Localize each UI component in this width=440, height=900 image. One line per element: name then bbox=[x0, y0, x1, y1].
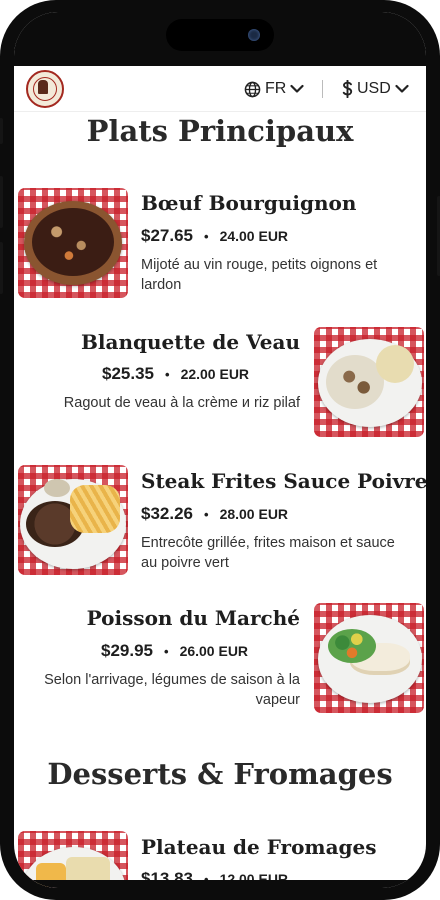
price-usd: $25.35 bbox=[102, 364, 154, 383]
price-line: $27.65 • 24.00 EUR bbox=[141, 226, 288, 246]
globe-icon bbox=[244, 81, 261, 97]
dish-name: Plateau de Fromages bbox=[141, 835, 377, 859]
price-usd: $27.65 bbox=[141, 226, 193, 245]
price-separator: • bbox=[204, 506, 209, 522]
rice-pilaf bbox=[376, 345, 414, 383]
language-label: FR bbox=[265, 80, 287, 97]
price-separator: • bbox=[164, 643, 169, 659]
phone-action-button bbox=[0, 118, 3, 144]
dish-name: Bœuf Bourguignon bbox=[141, 191, 357, 215]
dish-image-blanquette-de-veau[interactable] bbox=[314, 327, 424, 437]
bottom-bezel bbox=[14, 880, 426, 888]
dish-name: Blanquette de Veau bbox=[81, 330, 300, 354]
dish-image-boeuf-bourguignon[interactable] bbox=[18, 188, 128, 298]
sauce-cup bbox=[44, 479, 70, 497]
fries bbox=[70, 485, 120, 533]
price-separator: • bbox=[204, 228, 209, 244]
chevron-down-icon bbox=[395, 84, 409, 93]
dish-image-steak-frites[interactable] bbox=[18, 465, 128, 575]
stew bbox=[32, 208, 114, 276]
currency-label: USD bbox=[357, 80, 391, 97]
logo-figure bbox=[38, 80, 48, 94]
phone-volume-up-button bbox=[0, 176, 3, 228]
section-title-desserts: Desserts & Fromages bbox=[47, 757, 393, 791]
chevron-down-icon bbox=[290, 84, 304, 93]
currency-selector[interactable]: USD bbox=[342, 79, 409, 99]
dollar-icon bbox=[342, 80, 353, 98]
price-line: $29.95 • 26.00 EUR bbox=[101, 641, 248, 661]
camera-icon bbox=[248, 29, 260, 41]
dish-name: Poisson du Marché bbox=[86, 606, 300, 630]
restaurant-logo[interactable] bbox=[26, 70, 64, 108]
price-line: $32.26 • 28.00 EUR bbox=[141, 504, 288, 524]
header-divider bbox=[322, 80, 323, 98]
price-eur: 26.00 EUR bbox=[179, 643, 249, 659]
dish-description: Entrecôte grillée, frites maison et sauc… bbox=[141, 535, 395, 571]
price-separator: • bbox=[165, 366, 170, 382]
language-selector[interactable]: FR bbox=[244, 79, 304, 99]
status-area bbox=[14, 12, 426, 66]
price-line: $25.35 • 22.00 EUR bbox=[102, 364, 249, 384]
price-eur: 22.00 EUR bbox=[180, 366, 250, 382]
vegetables bbox=[328, 629, 376, 663]
phone-volume-down-button bbox=[0, 242, 3, 294]
dynamic-island bbox=[166, 19, 274, 51]
dish-description: Ragout de veau à la crème и riz pilaf bbox=[63, 395, 300, 411]
dish-image-poisson-du-marche[interactable] bbox=[314, 603, 424, 713]
screen: FR USD Plats Principaux Bœuf Bourguignon… bbox=[14, 12, 426, 888]
price-eur: 28.00 EUR bbox=[219, 506, 289, 522]
dish-description: Selon l'arrivage, légumes de saison à la… bbox=[44, 672, 300, 708]
price-usd: $32.26 bbox=[141, 504, 193, 523]
section-title-mains: Plats Principaux bbox=[86, 114, 354, 148]
dish-description: Mijoté au vin rouge, petits oignons et l… bbox=[141, 257, 378, 293]
price-eur: 24.00 EUR bbox=[219, 228, 289, 244]
top-bar: FR USD bbox=[14, 66, 426, 112]
price-usd: $29.95 bbox=[101, 641, 153, 660]
dish-name: Steak Frites Sauce Poivre bbox=[141, 469, 426, 493]
